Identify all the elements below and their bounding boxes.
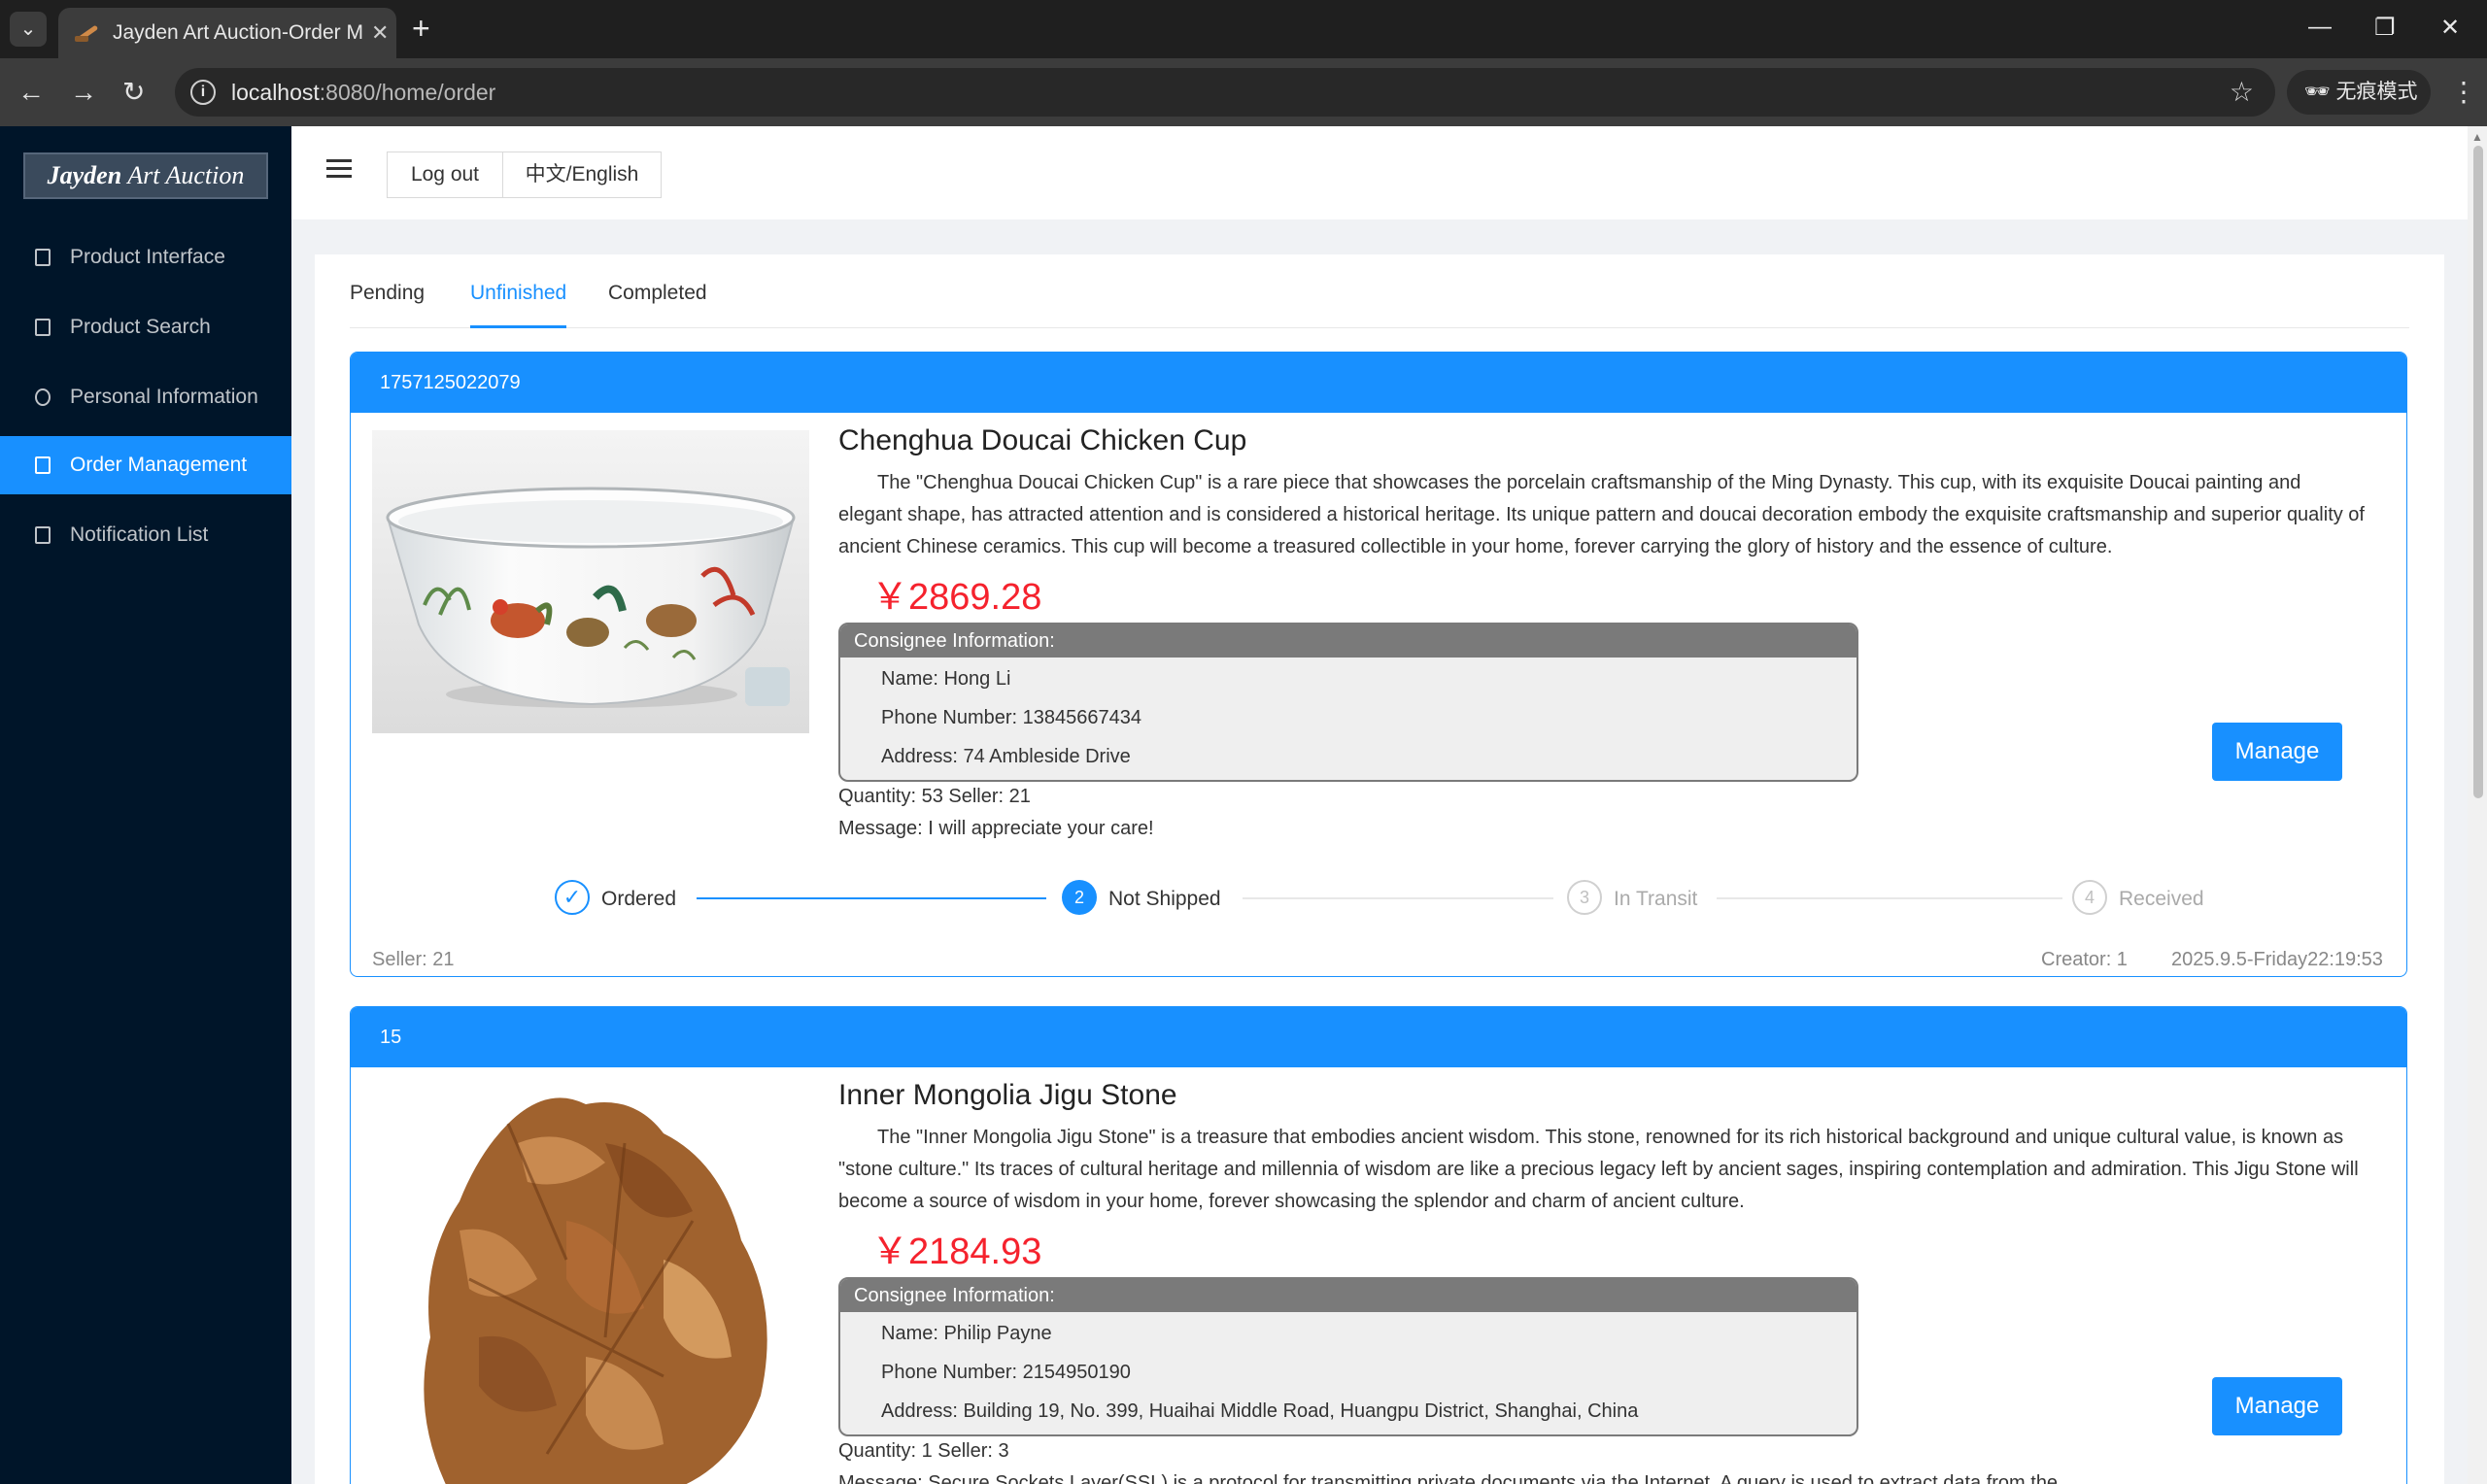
search-doc-icon — [35, 319, 51, 336]
tab-close-icon[interactable]: ✕ — [371, 20, 389, 46]
sidebar-item-label: Personal Information — [70, 386, 258, 408]
step-connector — [697, 897, 1046, 899]
browser-tab[interactable]: Jayden Art Auction-Order Management ✕ — [58, 8, 396, 58]
user-icon — [35, 388, 51, 406]
product-name: Chenghua Doucai Chicken Cup — [838, 424, 1247, 456]
site-info-icon[interactable]: i — [190, 80, 216, 105]
product-description: The "Chenghua Doucai Chicken Cup" is a r… — [838, 472, 2365, 557]
step-connector — [1243, 897, 1553, 899]
order-card: 1757125022079 Chenghua Doucai Chicken Cu… — [350, 352, 2407, 977]
step-in-transit-label: In Transit — [1614, 888, 1698, 910]
address-bar[interactable]: i localhost:8080/home/order ☆ — [175, 68, 2275, 117]
step-in-transit-marker: 3 — [1567, 880, 1602, 915]
consignee-info: Consignee Information: Name: Hong Li Pho… — [838, 623, 1858, 782]
close-icon[interactable]: ✕ — [2440, 14, 2460, 42]
order-card: 15 Inner Mongolia Jigu Stone The "Inner … — [350, 1006, 2407, 1484]
shopping-bag-icon — [35, 249, 51, 266]
notification-icon — [35, 526, 51, 544]
step-not-shipped-marker: 2 — [1062, 880, 1097, 915]
order-content: Pending Unfinished Completed 17571250220… — [315, 254, 2444, 1484]
product-name: Inner Mongolia Jigu Stone — [838, 1079, 1177, 1111]
logo-rest-text: Art Auction — [121, 161, 245, 189]
scroll-up-icon[interactable]: ▲ — [2471, 130, 2483, 144]
consignee-address: Address: Building 19, No. 399, Huaihai M… — [881, 1400, 1639, 1422]
incognito-label: 无痕模式 — [2335, 81, 2418, 103]
browser-tab-strip: ⌄ Jayden Art Auction-Order Management ✕ … — [0, 0, 2487, 58]
browser-menu-icon[interactable]: ⋮ — [2450, 76, 2477, 108]
order-id: 15 — [351, 1007, 2406, 1067]
manage-button[interactable]: Manage — [2212, 1377, 2342, 1435]
sidebar-item-label: Product Interface — [70, 246, 225, 268]
reload-icon[interactable]: ↻ — [122, 76, 145, 109]
consignee-address: Address: 74 Ambleside Drive — [881, 746, 1131, 767]
gavel-icon — [72, 21, 101, 45]
step-not-shipped-label: Not Shipped — [1108, 888, 1221, 910]
scrollbar-thumb[interactable] — [2473, 146, 2483, 798]
order-message: Message: I will appreciate your care! — [838, 818, 1154, 839]
new-tab-icon[interactable]: + — [412, 12, 430, 45]
consignee-info: Consignee Information: Name: Philip Payn… — [838, 1277, 1858, 1436]
logo-bold-text: Jayden — [47, 161, 122, 189]
sidebar-item-label: Notification List — [70, 523, 209, 546]
chicken-cup-image — [372, 430, 809, 733]
sidebar-item-label: Product Search — [70, 316, 211, 338]
step-ordered-label: Ordered — [601, 888, 677, 910]
logout-button[interactable]: Log out — [387, 152, 503, 198]
forward-icon[interactable]: → — [70, 76, 97, 109]
sidebar-item-label: Order Management — [70, 454, 248, 476]
step-ordered-check-icon: ✓ — [555, 880, 590, 915]
tab-pending[interactable]: Pending — [350, 282, 425, 328]
sidebar-item-personal-information[interactable]: Personal Information — [0, 368, 291, 426]
footer-time: 2025.9.5-Friday22:19:53 — [2171, 949, 2383, 970]
product-image — [372, 1085, 809, 1484]
back-icon[interactable]: ← — [17, 76, 45, 109]
tab-title: Jayden Art Auction-Order Management — [113, 21, 363, 44]
order-id: 1757125022079 — [351, 353, 2406, 413]
logo: Jayden Art Auction — [23, 152, 268, 199]
minimize-icon[interactable]: — — [2308, 14, 2332, 41]
order-icon — [35, 456, 51, 474]
consignee-name: Name: Hong Li — [881, 668, 1011, 690]
consignee-header: Consignee Information: — [840, 624, 1857, 658]
consignee-header: Consignee Information: — [840, 1279, 1857, 1312]
tab-unfinished[interactable]: Unfinished — [470, 282, 567, 328]
product-image — [372, 430, 809, 733]
bookmark-star-icon[interactable]: ☆ — [2230, 68, 2254, 117]
step-received-label: Received — [2119, 888, 2204, 910]
browser-toolbar: ← → ↻ i localhost:8080/home/order ☆ 🕶 无痕… — [0, 58, 2487, 126]
order-steps: ✓ Ordered 2 Not Shipped 3 In Transit 4 R… — [351, 880, 2406, 919]
product-price: ￥2869.28 — [871, 577, 1042, 618]
sidebar-item-product-interface[interactable]: Product Interface — [0, 228, 291, 287]
incognito-icon: 🕶 — [2304, 81, 2331, 103]
order-message: Message: Secure Sockets Layer(SSL) is a … — [838, 1472, 2059, 1484]
tab-search-button[interactable]: ⌄ — [10, 12, 47, 47]
step-connector — [1717, 897, 2062, 899]
consignee-name: Name: Philip Payne — [881, 1323, 1052, 1344]
product-description: The "Inner Mongolia Jigu Stone" is a tre… — [838, 1127, 2359, 1212]
tab-completed[interactable]: Completed — [608, 282, 707, 328]
quantity-seller: Quantity: 1 Seller: 3 — [838, 1440, 1009, 1462]
top-header: Log out 中文/English — [291, 126, 2468, 219]
url-path: :8080/home/order — [319, 80, 496, 105]
consignee-phone: Phone Number: 2154950190 — [881, 1362, 1131, 1383]
step-received-marker: 4 — [2072, 880, 2107, 915]
restore-icon[interactable]: ❐ — [2374, 14, 2396, 42]
product-price: ￥2184.93 — [871, 1231, 1042, 1272]
incognito-badge[interactable]: 🕶 无痕模式 — [2287, 70, 2431, 115]
url-host: localhost — [231, 80, 320, 105]
sidebar-item-order-management[interactable]: Order Management — [0, 436, 291, 494]
sidebar-item-product-search[interactable]: Product Search — [0, 298, 291, 356]
language-toggle-button[interactable]: 中文/English — [502, 152, 662, 198]
jigu-stone-image — [372, 1085, 809, 1484]
consignee-phone: Phone Number: 13845667434 — [881, 707, 1141, 728]
page-scrollbar[interactable]: ▲ — [2468, 126, 2487, 1484]
menu-fold-icon[interactable] — [326, 159, 352, 181]
order-tabs: Pending Unfinished Completed — [350, 254, 2409, 328]
footer-creator: Creator: 1 — [2041, 949, 2128, 970]
quantity-seller: Quantity: 53 Seller: 21 — [838, 786, 1031, 807]
manage-button[interactable]: Manage — [2212, 723, 2342, 781]
sidebar-item-notification-list[interactable]: Notification List — [0, 506, 291, 564]
footer-seller: Seller: 21 — [372, 949, 455, 970]
sidebar: Jayden Art Auction Product Interface Pro… — [0, 126, 291, 1484]
